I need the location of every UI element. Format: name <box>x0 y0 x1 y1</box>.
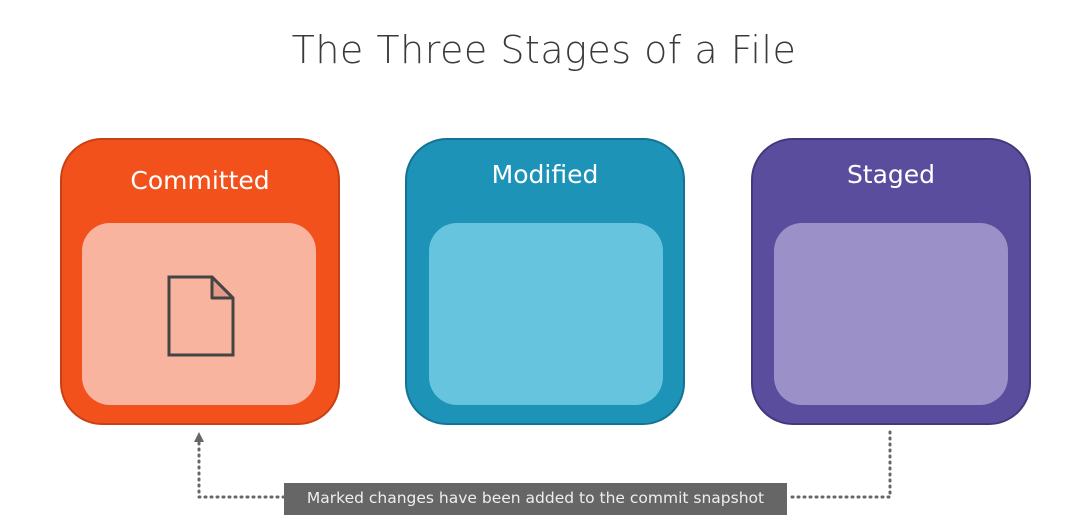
flow-connector <box>194 430 892 499</box>
transition-caption: Marked changes have been added to the co… <box>284 483 787 515</box>
arrow-up-icon <box>194 432 204 442</box>
